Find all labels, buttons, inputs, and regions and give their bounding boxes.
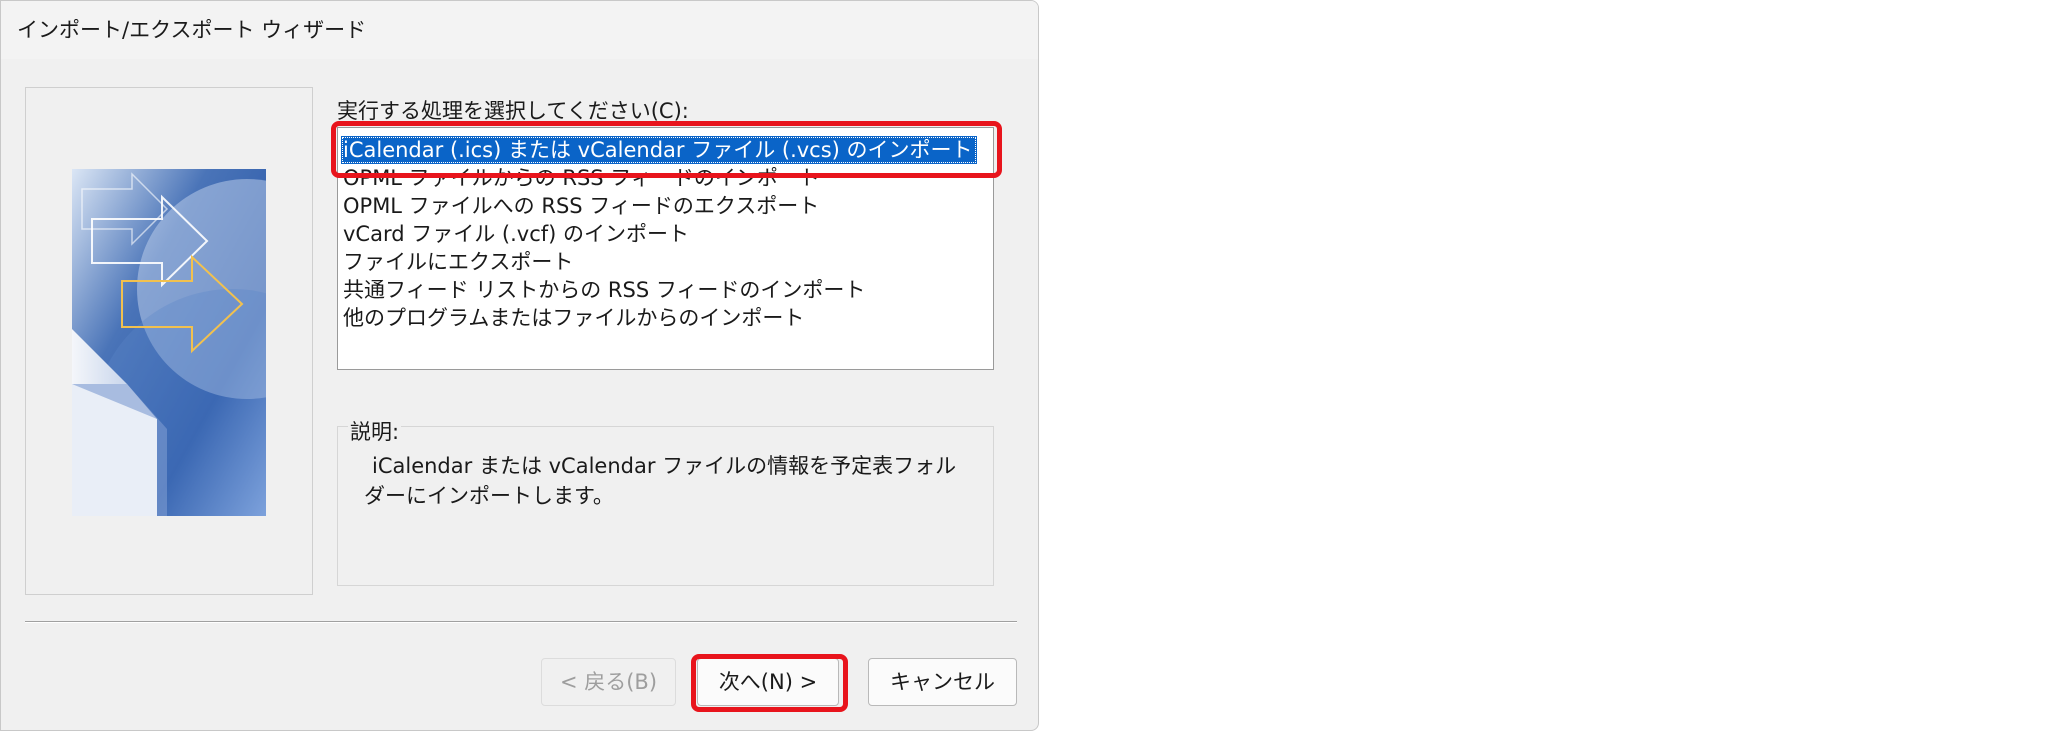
list-item-vcard-import[interactable]: vCard ファイル (.vcf) のインポート	[341, 220, 693, 248]
action-prompt-label: 実行する処理を選択してください(C):	[337, 99, 689, 123]
list-item-other-program-import[interactable]: 他のプログラムまたはファイルからのインポート	[341, 304, 808, 332]
wizard-illustration	[25, 87, 313, 595]
separator-line	[25, 621, 1017, 623]
window-title: インポート/エクスポート ウィザード	[17, 18, 367, 42]
cancel-button[interactable]: キャンセル	[868, 658, 1017, 706]
wizard-arrows-icon	[72, 169, 266, 516]
next-button[interactable]: 次へ(N) >	[697, 658, 839, 706]
list-item-opml-rss-import[interactable]: OPML ファイルからの RSS フィードのインポート	[341, 164, 824, 192]
list-item-export-to-file[interactable]: ファイルにエクスポート	[341, 248, 577, 276]
import-export-wizard-dialog: インポート/エクスポート ウィザード 実行する処理を選択してください(C): i…	[0, 0, 1039, 731]
title-bar[interactable]: インポート/エクスポート ウィザード	[1, 1, 1038, 59]
action-listbox[interactable]: iCalendar (.ics) または vCalendar ファイル (.vc…	[337, 127, 994, 370]
description-group: 説明: iCalendar または vCalendar ファイルの情報を予定表フ…	[337, 416, 994, 586]
back-button[interactable]: < 戻る(B)	[541, 658, 676, 706]
list-item-opml-rss-export[interactable]: OPML ファイルへの RSS フィードのエクスポート	[341, 192, 823, 220]
description-text: iCalendar または vCalendar ファイルの情報を予定表フォルダー…	[364, 454, 957, 508]
list-item-common-feed-rss-import[interactable]: 共通フィード リストからの RSS フィードのインポート	[341, 276, 869, 304]
list-item-icalendar-import[interactable]: iCalendar (.ics) または vCalendar ファイル (.vc…	[341, 136, 977, 164]
description-label: 説明:	[348, 416, 402, 446]
